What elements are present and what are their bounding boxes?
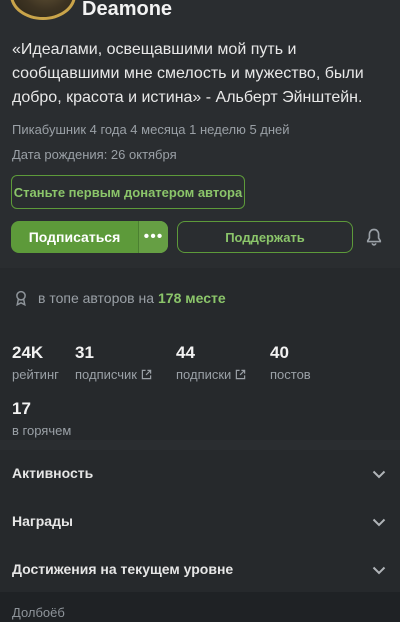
username[interactable]: Deamone bbox=[82, 0, 172, 20]
stats-panel: в топе авторов на 178 месте 24K рейтинг … bbox=[0, 268, 400, 440]
section-activity[interactable]: Активность bbox=[0, 450, 400, 498]
stat-value: 44 bbox=[176, 343, 195, 362]
stat-label: постов bbox=[270, 367, 311, 382]
rank-place[interactable]: 178 месте bbox=[158, 290, 226, 306]
stat-label-row: подписки bbox=[176, 367, 246, 382]
birthday-text: Дата рождения: 26 октября bbox=[12, 147, 177, 162]
external-link-icon bbox=[141, 369, 152, 380]
section-achievements[interactable]: Достижения на текущем уровне bbox=[0, 546, 400, 594]
donor-button[interactable]: Станьте первым донатером автора bbox=[11, 175, 245, 209]
tenure-text: Пикабушник 4 года 4 месяца 1 неделю 5 дн… bbox=[12, 122, 290, 137]
subscribe-button-group: Подписаться ••• bbox=[11, 221, 168, 253]
stat-value: 24K bbox=[12, 343, 44, 362]
section-awards[interactable]: Награды bbox=[0, 498, 400, 546]
bottom-section: Долбоёб bbox=[0, 592, 400, 622]
stat-label-row: подписчик bbox=[75, 367, 152, 382]
external-link-icon bbox=[236, 369, 246, 380]
support-button[interactable]: Поддержать bbox=[177, 221, 353, 253]
more-options-button[interactable]: ••• bbox=[138, 221, 168, 253]
rank-prefix: в топе авторов на bbox=[38, 290, 154, 306]
award-icon bbox=[16, 290, 26, 307]
stat-label: подписчик bbox=[75, 367, 137, 382]
subscribe-button[interactable]: Подписаться bbox=[11, 221, 138, 253]
profile-header: Deamone «Идеалами, освещавшими мой путь … bbox=[0, 0, 400, 265]
stat-value: 17 bbox=[12, 399, 31, 418]
chevron-down-icon bbox=[372, 566, 386, 575]
stat-posts[interactable]: 40 постов bbox=[270, 343, 311, 382]
stat-label: подписки bbox=[176, 367, 232, 382]
stat-value: 40 bbox=[270, 343, 289, 362]
bell-icon[interactable] bbox=[364, 227, 384, 247]
section-title: Достижения на текущем уровне bbox=[12, 561, 234, 577]
stat-rating: 24K рейтинг bbox=[12, 343, 59, 382]
stat-subscriptions[interactable]: 44 подписки bbox=[176, 343, 246, 382]
chevron-down-icon bbox=[372, 470, 386, 479]
chevron-down-icon bbox=[372, 518, 386, 527]
author-rank[interactable]: в топе авторов на 178 месте bbox=[12, 289, 226, 307]
bottom-label: Долбоёб bbox=[12, 605, 65, 620]
stat-subscribers[interactable]: 31 подписчик bbox=[75, 343, 152, 382]
stat-value: 31 bbox=[75, 343, 94, 362]
stat-hot[interactable]: 17 в горячем bbox=[12, 399, 71, 438]
stat-label: рейтинг bbox=[12, 367, 59, 382]
section-title: Активность bbox=[12, 465, 94, 481]
profile-quote: «Идеалами, освещавшими мой путь и сообща… bbox=[12, 41, 364, 106]
stat-label: в горячем bbox=[12, 423, 72, 438]
avatar[interactable] bbox=[10, 0, 76, 20]
section-title: Награды bbox=[12, 513, 73, 529]
